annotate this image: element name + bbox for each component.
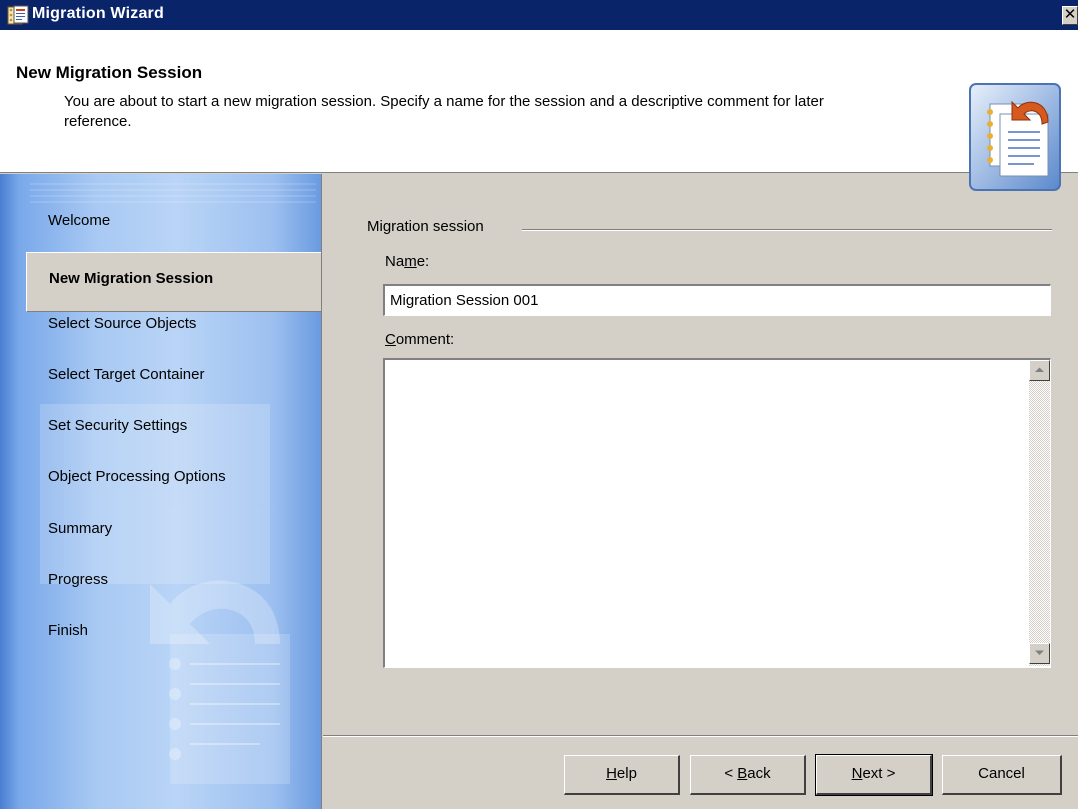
comment-scrollbar[interactable] (1029, 360, 1050, 666)
cancel-button[interactable]: Cancel (942, 755, 1062, 795)
page-description: You are about to start a new migration s… (64, 93, 824, 130)
scroll-down-button[interactable] (1029, 643, 1050, 664)
sidebar-item-object-processing-options[interactable]: Object Processing Options (48, 468, 226, 485)
wizard-step-sidebar: Welcome New Migration Session Select Sou… (0, 174, 322, 809)
title-bar[interactable]: Migration Wizard ✕ (0, 0, 1078, 30)
close-button[interactable]: ✕ (1062, 6, 1078, 25)
arrow-up-icon (1035, 367, 1044, 372)
migration-wizard-app-icon (7, 5, 29, 25)
sidebar-item-finish[interactable]: Finish (48, 622, 88, 639)
migration-document-icon (969, 83, 1061, 191)
sidebar-item-new-migration-session[interactable]: New Migration Session (26, 252, 321, 312)
sidebar-item-select-target-container[interactable]: Select Target Container (48, 366, 204, 383)
sidebar-item-summary[interactable]: Summary (48, 520, 112, 537)
close-icon: ✕ (1063, 6, 1077, 23)
comment-textarea[interactable] (385, 360, 1029, 666)
sidebar-item-progress[interactable]: Progress (48, 571, 108, 588)
sidebar-item-set-security-settings[interactable]: Set Security Settings (48, 417, 187, 434)
sidebar-item-select-source-objects[interactable]: Select Source Objects (48, 315, 196, 332)
help-button[interactable]: Help (564, 755, 680, 795)
name-label: Name: (385, 253, 430, 270)
comment-label: Comment: (385, 331, 455, 348)
group-label-migration-session: Migration session (367, 218, 484, 235)
sidebar-item-label: New Migration Session (49, 270, 214, 287)
window-title: Migration Wizard (32, 5, 164, 22)
next-button[interactable]: Next > (815, 754, 933, 796)
scroll-up-button[interactable] (1029, 360, 1050, 381)
comment-field[interactable] (383, 358, 1051, 668)
page-title: New Migration Session (16, 63, 203, 82)
sidebar-item-welcome[interactable]: Welcome (48, 212, 110, 229)
arrow-down-icon (1035, 650, 1044, 655)
wizard-header: New Migration Session You are about to s… (0, 30, 1078, 191)
back-button[interactable]: < Back (690, 755, 806, 795)
footer-divider (323, 735, 1078, 737)
session-name-input[interactable] (383, 284, 1051, 316)
group-divider (522, 229, 1052, 231)
